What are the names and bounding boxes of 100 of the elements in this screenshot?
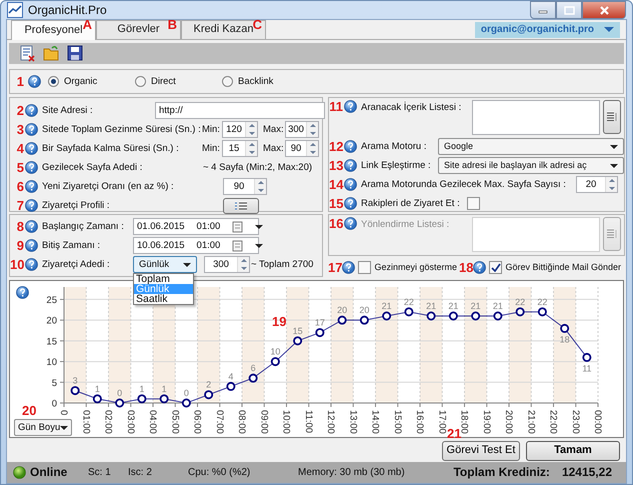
url-field[interactable]: http:// [155,102,325,119]
profile-button[interactable] [223,198,259,214]
field-label: Site Adresi : [42,104,94,116]
radio-label: Organic [64,76,98,88]
help-icon[interactable] [344,197,357,210]
status-text: Memory: 30 mb (30 mb) [298,466,406,478]
data-label: 20 [337,305,348,316]
maximize-button[interactable] [556,1,582,19]
number-field[interactable]: 90 [285,140,319,157]
field-label: Sitede Toplam Gezinme Süresi (Sn.) : [42,124,201,136]
data-label: 4 [228,371,234,382]
number-field[interactable]: 300 [285,121,319,138]
radio-button[interactable] [222,76,233,87]
help-icon[interactable] [16,286,29,299]
field-label: Arama Motorunda Gezilecek Max. Sayfa Sayısı : [361,178,567,190]
credit-label: Toplam Krediniz: [453,465,550,480]
number-field[interactable]: 120 [222,121,258,138]
data-point [92,394,102,404]
axis-label: 0 [58,410,69,416]
window-title: OrganicHit.Pro [28,2,107,18]
data-label: 21 [426,301,436,311]
axis-label: 10:00 [280,410,292,434]
calendar-icon [232,220,244,232]
callout-letter: A [82,18,92,31]
ok-button[interactable]: Tamam [526,441,620,461]
data-label: 18 [560,334,570,344]
data-label: 22 [515,296,526,307]
data-point [382,312,392,320]
data-label: 11 [582,363,592,374]
data-label: 15 [292,326,303,336]
callout-number: 4 [16,142,24,155]
data-point [471,312,480,320]
axis-label: 05:00 [169,410,180,434]
data-point [560,324,570,333]
callout-number: 9 [16,239,24,252]
axis-label: 20:00 [503,410,514,434]
help-icon[interactable] [25,161,38,174]
field-label: Rakipleri de Ziyaret Et : [361,198,460,210]
number-field[interactable]: 15 [222,140,258,157]
axis-label: 06:00 [192,410,202,434]
data-point [182,398,191,408]
radio-label: Direct [151,76,176,88]
help-icon[interactable] [344,159,357,172]
range-dropdown[interactable]: Gün Boyu [14,419,72,436]
credit-value: 12415,22 [562,465,612,480]
help-icon[interactable] [342,261,356,274]
dropdown[interactable]: Google [438,138,624,155]
minimize-button[interactable] [530,1,556,19]
help-icon[interactable] [344,178,357,191]
clear-document-icon[interactable] [19,45,35,62]
data-point [338,316,347,325]
status-indicator-icon [13,466,26,479]
radio-button[interactable] [48,76,59,87]
dropdown-option[interactable]: Toplam [134,274,193,284]
account-dropdown[interactable]: organic@organichit.pro [474,22,620,38]
help-icon[interactable] [28,75,41,88]
dropdown-option[interactable]: Saatlik [134,294,193,304]
axis-label: 07:00 [214,410,225,434]
dropdown[interactable]: Site adresi ile başlayan ilk adresi aç [438,157,624,174]
help-icon[interactable] [473,261,486,274]
test-button[interactable]: Görevi Test Et [442,441,520,461]
list-button[interactable] [603,100,621,134]
number-field[interactable]: 300 [204,256,250,273]
data-label: 22 [404,296,414,307]
help-icon[interactable] [25,123,38,136]
callout-letter: B [168,18,177,31]
help-icon[interactable] [25,199,38,212]
number-field[interactable]: 90 [223,178,267,195]
help-icon[interactable] [25,104,38,117]
field-label: Bitiş Zamanı : [42,240,102,252]
axis-label: 0 [52,398,57,410]
help-icon[interactable] [25,239,38,252]
help-icon[interactable] [344,100,357,113]
checkbox[interactable] [489,261,502,274]
data-point [204,390,214,400]
radio-button[interactable] [135,76,146,87]
field-label: Max: [263,124,284,136]
period-dropdown[interactable]: Günlük [133,256,197,273]
data-point [582,352,592,362]
number-field[interactable]: 20 [576,176,618,193]
data-label: 1 [94,384,100,394]
help-icon[interactable] [25,258,38,271]
help-icon[interactable] [25,142,38,155]
help-icon[interactable] [25,180,38,193]
callout-number: 5 [16,161,24,174]
checkbox[interactable] [466,197,480,210]
data-label: 20 [359,305,370,316]
callout-number: 15 [329,197,343,210]
save-icon[interactable] [67,45,83,62]
checkbox-label: Gezinmeyi gösterme [374,262,457,273]
axis-label: 10 [46,357,57,368]
close-button[interactable] [582,1,626,19]
axis-label: 08:00 [236,410,247,434]
help-icon[interactable] [344,140,357,153]
check-icon [490,263,501,272]
data-point [226,382,236,391]
list-icon [607,229,617,239]
help-icon[interactable] [25,220,38,233]
checkbox[interactable] [358,261,372,274]
field-label: Bir Sayfada Kalma Süresi (Sn.) : [42,142,180,154]
